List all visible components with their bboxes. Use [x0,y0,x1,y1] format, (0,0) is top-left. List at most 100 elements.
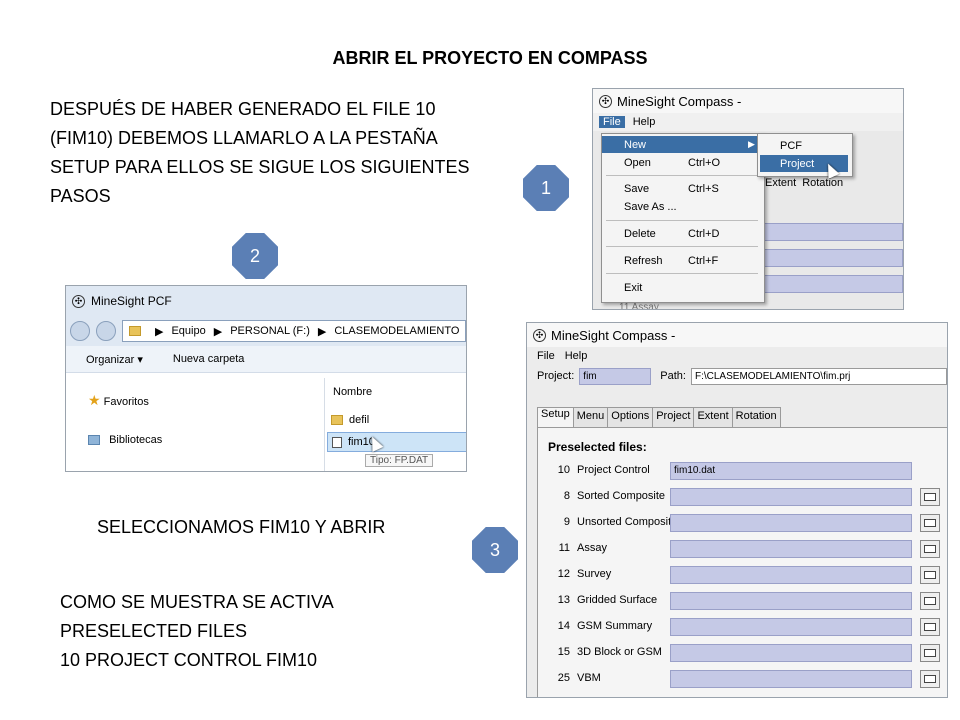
folder-icon [331,415,343,426]
title-bar: ✣ MineSight Compass - [527,323,947,347]
minesight-logo-icon: ✣ [533,328,546,342]
menu-item-exit[interactable]: Exit [602,279,762,296]
field-bar[interactable] [763,275,903,293]
project-input[interactable]: fim [579,367,652,385]
organize-button[interactable]: Organizar ▾ [86,353,143,366]
menu-divider [606,273,758,274]
breadcrumb-item[interactable]: PERSONAL (F:) [230,325,310,337]
setup-panel: Preselected files: 10 Project Control fi… [537,427,947,697]
menu-help[interactable]: Help [565,350,588,362]
menu-bar: File Help [593,113,903,131]
field-bar[interactable] [763,249,903,267]
file-item-fim10[interactable]: fim10 [327,432,466,452]
menu-item-delete[interactable]: Delete Ctrl+D [602,225,762,242]
column-header-name[interactable]: Nombre [333,386,372,398]
file-input[interactable] [670,592,912,610]
nav-item-favorites[interactable]: ★ Favoritos [88,392,149,409]
path-input[interactable]: F:\CLASEMODELAMIENTO\fim.prj [690,367,947,385]
file-tooltip: Tipo: FP.DAT [365,454,434,467]
slide-title: ABRIR EL PROYECTO EN COMPASS [332,48,648,68]
browse-button[interactable] [920,618,940,636]
breadcrumb-item[interactable]: Equipo [171,325,205,337]
file-input[interactable]: fim10.dat [670,462,912,480]
submenu-item-pcf[interactable]: PCF [760,137,848,154]
address-path[interactable]: ▶ Equipo ▶ PERSONAL (F:) ▶ CLASEMODELAMI… [122,320,466,342]
file-row-8: 8 Sorted Composite [538,486,947,508]
tab-extent[interactable]: Extent [765,177,796,189]
forward-button[interactable] [96,321,116,341]
open-folder-icon [924,597,936,605]
file-input[interactable] [670,670,912,688]
browse-button[interactable] [920,540,940,558]
file-row-15: 15 3D Block or GSM [538,642,947,664]
file-row-10: 10 Project Control fim10.dat [538,460,947,482]
navigation-pane: ★ Favoritos Bibliotecas [66,378,324,471]
project-label: Project: [537,370,575,382]
intro-line: SETUP PARA ELLOS SE SIGUE LOS SIGUIENTES [50,157,470,177]
browse-button[interactable] [920,488,940,506]
browse-button[interactable] [920,592,940,610]
breadcrumb-item[interactable]: CLASEMODELAMIENTO [334,325,459,337]
file-input[interactable] [670,488,912,506]
file-list: Nombre defil fim10 Tipo: FP.DAT [324,378,466,471]
title-bar: ✣ MineSight Compass - [593,89,903,113]
field-bar[interactable] [763,223,903,241]
folder-icon [129,326,141,336]
tab-menu[interactable]: Menu [572,407,609,427]
menu-divider [606,175,758,176]
nav-item-libraries[interactable]: Bibliotecas [88,434,162,446]
menu-item-save[interactable]: Save Ctrl+S [602,180,762,197]
library-icon [88,435,100,446]
menu-item-refresh[interactable]: Refresh Ctrl+F [602,252,762,269]
browse-button[interactable] [920,670,940,688]
command-bar: Organizar ▾ Nueva carpeta [66,346,466,373]
menu-bar: File Help [527,347,947,365]
file-input[interactable] [670,514,912,532]
file-input[interactable] [670,618,912,636]
menu-item-save-as[interactable]: Save As ... [602,198,762,215]
browse-button[interactable] [920,644,940,662]
menu-item-open[interactable]: Open Ctrl+O [602,154,762,171]
browse-button[interactable] [920,566,940,584]
menu-file[interactable]: File [599,116,625,128]
open-folder-icon [924,649,936,657]
back-button[interactable] [70,321,90,341]
file-input[interactable] [670,540,912,558]
window-title: MineSight Compass - [617,93,742,109]
file-item-defil[interactable]: defil [331,414,369,426]
file-dropdown: New ▶ Open Ctrl+O Save Ctrl+S Save As ..… [601,133,765,303]
caption-line: 10 PROJECT CONTROL FIM10 [60,650,318,670]
open-folder-icon [924,571,936,579]
intro-text: DESPUÉS DE HABER GENERADO EL FILE 10 (FI… [50,95,510,211]
tab-rotation[interactable]: Rotation [802,177,843,189]
caption-active: COMO SE MUESTRA SE ACTIVA PRESELECTED FI… [60,588,334,675]
menu-help[interactable]: Help [633,116,656,128]
behind-tabs: Extent Rotation [765,177,843,189]
file-row-13: 13 Gridded Surface [538,590,947,612]
window-title: MineSight Compass - [551,327,676,343]
file-icon [332,436,342,448]
menu-file[interactable]: File [537,350,555,362]
caption-select: SELECCIONAMOS FIM10 Y ABRIR [97,517,386,537]
title-bar: ✣ MineSight PCF [66,286,466,316]
submenu-arrow-icon: ▶ [748,139,755,149]
file-input[interactable] [670,566,912,584]
tab-options[interactable]: Options [607,407,654,427]
open-folder-icon [924,493,936,501]
open-folder-icon [924,675,936,683]
file-input[interactable] [670,644,912,662]
menu-item-new[interactable]: New ▶ [602,136,762,153]
pcf-file-dialog: ✣ MineSight PCF ▶ Equipo ▶ PERSONAL (F:)… [65,285,467,472]
chevron-right-icon: ▶ [213,325,223,338]
menu-divider [606,246,758,247]
new-submenu: PCF Project [757,133,853,177]
caption-line: COMO SE MUESTRA SE ACTIVA [60,592,334,612]
tab-rotation[interactable]: Rotation [731,407,781,427]
tab-extent[interactable]: Extent [693,407,733,427]
new-folder-button[interactable]: Nueva carpeta [173,353,245,365]
tab-project[interactable]: Project [652,407,695,427]
file-row-14: 14 GSM Summary [538,616,947,638]
section-title: Preselected files: [548,440,647,454]
file-row-11: 11 Assay [538,538,947,560]
browse-button[interactable] [920,514,940,532]
